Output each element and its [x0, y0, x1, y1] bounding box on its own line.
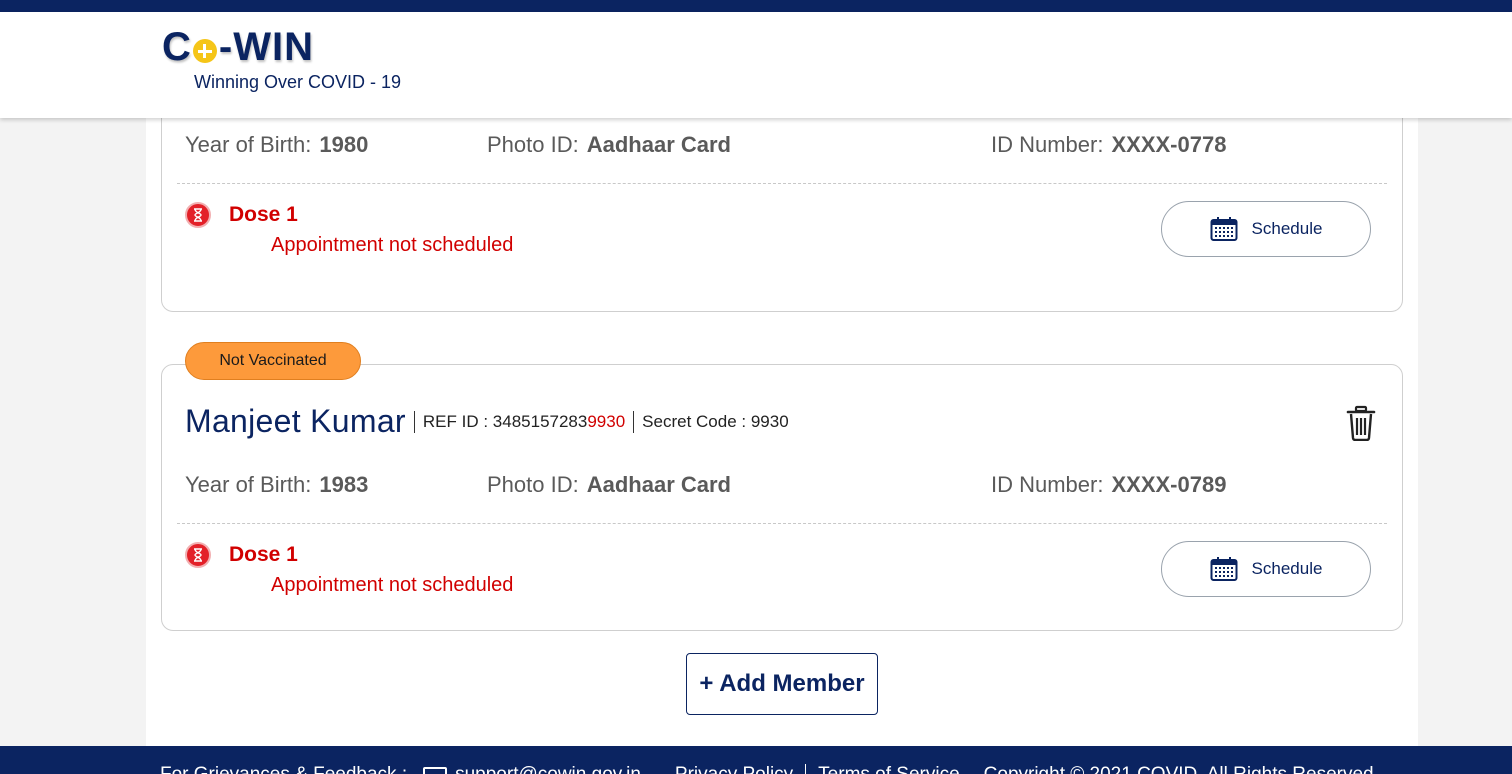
calendar-icon: [1210, 217, 1238, 241]
member-card: Year of Birth: 1980 Photo ID: Aadhaar Card…: [161, 98, 1403, 312]
year-of-birth-value: 1980: [319, 132, 369, 157]
header: C -WIN Winning Over COVID - 19: [0, 12, 1512, 118]
dose-label: Dose 1: [229, 543, 298, 566]
secret-code-label: Secret Code :: [642, 411, 751, 431]
ref-id-label: REF ID :: [422, 411, 493, 431]
ref-id-prefix: 3485157283: [492, 411, 588, 431]
photo-id-label: Photo ID:: [487, 132, 579, 157]
support-email-link[interactable]: support@cowin.gov.in: [455, 764, 641, 774]
year-of-birth: Year of Birth: 1983: [185, 472, 368, 498]
appointment-status: Appointment not scheduled: [271, 234, 514, 256]
year-of-birth-label: Year of Birth:: [185, 132, 312, 157]
dose-status: Dose 1: [185, 202, 298, 228]
secret-code: Secret Code : 9930: [642, 412, 789, 432]
mail-icon: [423, 767, 448, 774]
copyright-text: Copyright © 2021 COVID. All Rights Reser…: [984, 764, 1374, 774]
id-number: ID Number: XXXX-0789: [991, 472, 1226, 498]
year-of-birth-label: Year of Birth:: [185, 472, 312, 497]
dose-status: Dose 1: [185, 542, 298, 568]
footer-separator: [805, 764, 807, 774]
top-strip: [0, 0, 1512, 12]
photo-id: Photo ID: Aadhaar Card: [487, 472, 731, 498]
id-number: ID Number: XXXX-0778: [991, 132, 1226, 158]
logo-letter-c: C: [162, 25, 192, 69]
ref-id-highlight: 9930: [587, 411, 626, 431]
calendar-icon: [1210, 557, 1238, 581]
appointment-status: Appointment not scheduled: [271, 574, 514, 596]
photo-id-value: Aadhaar Card: [586, 132, 731, 157]
photo-id-label: Photo ID:: [487, 472, 579, 497]
add-member-button[interactable]: + Add Member: [686, 653, 878, 715]
main-content: Year of Birth: 1980 Photo ID: Aadhaar Card…: [146, 98, 1418, 746]
footer: For Grievances & Feedback : support@cowi…: [0, 746, 1512, 774]
dose-label: Dose 1: [229, 203, 298, 226]
schedule-button[interactable]: Schedule: [1161, 201, 1371, 257]
schedule-label: Schedule: [1251, 559, 1323, 578]
separator: [633, 410, 635, 433]
year-of-birth: Year of Birth: 1980: [185, 132, 368, 158]
logo-wordmark: C -WIN: [162, 26, 401, 68]
footer-links: For Grievances & Feedback : support@cowi…: [160, 764, 1374, 774]
logo-letters-win: -WIN: [218, 25, 314, 69]
hourglass-icon: [185, 202, 211, 228]
ref-id: REF ID : 34851572839930: [423, 412, 625, 432]
hourglass-icon: [185, 542, 211, 568]
schedule-button[interactable]: Schedule: [1161, 541, 1371, 597]
member-name: Manjeet Kumar: [185, 403, 406, 439]
photo-id-value: Aadhaar Card: [586, 472, 731, 497]
separator: [413, 410, 415, 433]
divider: [177, 183, 1387, 184]
id-number-label: ID Number:: [991, 132, 1104, 157]
id-number-label: ID Number:: [991, 472, 1104, 497]
trash-icon[interactable]: [1346, 405, 1376, 442]
year-of-birth-value: 1983: [319, 472, 369, 497]
logo-tagline: Winning Over COVID - 19: [194, 72, 402, 92]
grievance-text: For Grievances & Feedback :: [160, 764, 407, 774]
schedule-label: Schedule: [1251, 219, 1323, 238]
privacy-policy-link[interactable]: Privacy Policy: [675, 764, 793, 774]
secret-code-value: 9930: [750, 411, 789, 431]
plus-icon: [192, 39, 217, 63]
cowin-logo[interactable]: C -WIN Winning Over COVID - 19: [162, 26, 401, 93]
terms-of-service-link[interactable]: Terms of Service: [818, 764, 959, 774]
member-card: Manjeet Kumar REF ID : 34851572839930 Se…: [161, 364, 1403, 631]
member-header: Manjeet Kumar REF ID : 34851572839930 Se…: [185, 403, 789, 440]
status-badge: Not Vaccinated: [185, 342, 361, 380]
divider: [177, 523, 1387, 524]
id-number-value: XXXX-0778: [1111, 132, 1227, 157]
id-number-value: XXXX-0789: [1111, 472, 1227, 497]
photo-id: Photo ID: Aadhaar Card: [487, 132, 731, 158]
